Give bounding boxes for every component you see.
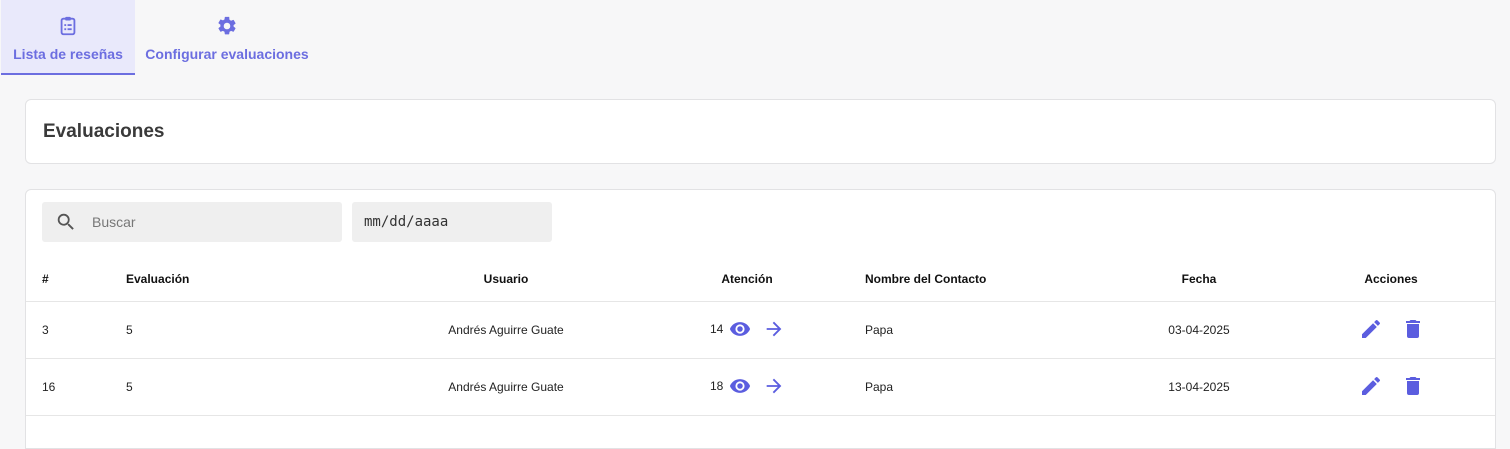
- header-date: Fecha: [1181, 272, 1217, 286]
- attention-number: 18: [710, 379, 724, 393]
- attention-number: 14: [710, 322, 724, 336]
- clipboard-list-icon: [60, 16, 76, 36]
- search-input[interactable]: [92, 202, 332, 242]
- eye-icon[interactable]: [729, 375, 751, 397]
- header-attention: Atención: [721, 272, 773, 286]
- search-icon: [57, 213, 74, 230]
- tab-review-list[interactable]: Lista de reseñas: [1, 0, 135, 75]
- cell-user: Andrés Aguirre Guate: [448, 323, 564, 337]
- search-box: [42, 202, 342, 242]
- cell-attention: 18: [710, 375, 791, 397]
- cell-contact-name: Papa: [865, 380, 894, 394]
- arrow-right-icon[interactable]: [763, 375, 785, 397]
- cell-rating: 5: [126, 380, 133, 394]
- cell-id: 3: [42, 323, 49, 337]
- row-divider: [26, 415, 1495, 416]
- row-divider: [26, 301, 1495, 302]
- tab-configure-evaluations-label: Configurar evaluaciones: [145, 46, 309, 62]
- cell-id: 16: [42, 380, 56, 394]
- tab-configure-evaluations[interactable]: Configurar evaluaciones: [135, 0, 319, 75]
- edit-icon[interactable]: [1359, 374, 1383, 398]
- header-actions: Acciones: [1364, 272, 1418, 286]
- cell-date: 13-04-2025: [1168, 380, 1230, 394]
- header-contact-name: Nombre del Contacto: [865, 272, 987, 286]
- cell-rating: 5: [126, 323, 133, 337]
- cell-attention: 14: [710, 318, 791, 340]
- header-rating: Evaluación: [126, 272, 190, 286]
- tab-review-list-label: Lista de reseñas: [13, 46, 123, 62]
- header-user: Usuario: [483, 272, 529, 286]
- date-input[interactable]: [364, 202, 544, 242]
- title-card: Evaluaciones: [25, 99, 1496, 164]
- evaluations-table-card: # Evaluación Usuario Atención Nombre del…: [25, 189, 1496, 449]
- eye-icon[interactable]: [729, 318, 751, 340]
- date-filter: [352, 202, 552, 242]
- cell-user: Andrés Aguirre Guate: [448, 380, 564, 394]
- delete-icon[interactable]: [1401, 317, 1425, 341]
- arrow-right-icon[interactable]: [763, 318, 785, 340]
- page-title: Evaluaciones: [43, 121, 165, 142]
- delete-icon[interactable]: [1401, 374, 1425, 398]
- cell-contact-name: Papa: [865, 323, 894, 337]
- header-id: #: [42, 272, 49, 286]
- row-divider: [26, 358, 1495, 359]
- gear-icon: [218, 16, 236, 35]
- cell-date: 03-04-2025: [1168, 323, 1230, 337]
- edit-icon[interactable]: [1359, 317, 1383, 341]
